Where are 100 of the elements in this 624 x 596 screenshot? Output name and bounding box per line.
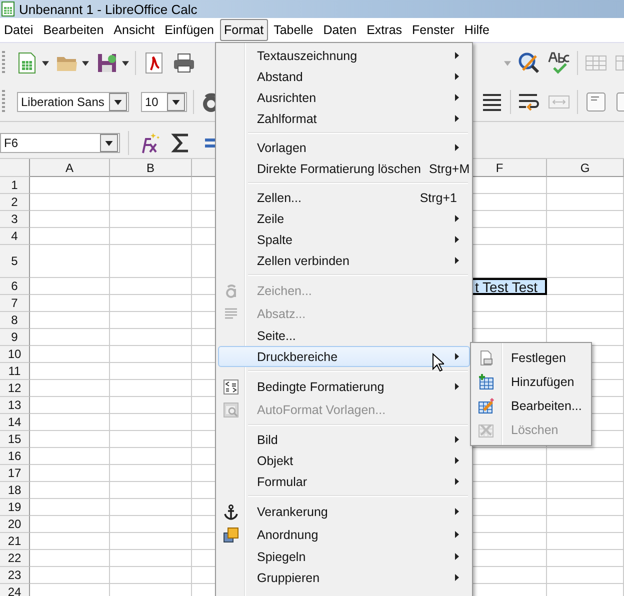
- column-header[interactable]: B: [110, 159, 192, 177]
- caret-icon[interactable]: [122, 60, 129, 66]
- spellcheck-magnifier-icon[interactable]: [517, 51, 541, 75]
- menu-item[interactable]: Vorlagen: [218, 137, 470, 158]
- menu-item[interactable]: Zellen verbinden: [218, 250, 470, 271]
- menu-item[interactable]: Zahlformat: [218, 108, 470, 129]
- menu-item[interactable]: Daten: [319, 19, 361, 41]
- row-header[interactable]: 13: [0, 397, 30, 414]
- menu-item[interactable]: Verankerung: [218, 500, 470, 523]
- name-box[interactable]: F6: [0, 133, 120, 153]
- row-header[interactable]: 19: [0, 499, 30, 516]
- submenu-arrow-icon: [455, 215, 459, 222]
- menu-item[interactable]: Festlegen: [473, 346, 589, 370]
- delete-table-icon: [478, 422, 494, 438]
- submenu-arrow-icon: [455, 457, 459, 464]
- caret-icon: [114, 100, 122, 104]
- row-header[interactable]: 23: [0, 567, 30, 584]
- align-top-icon[interactable]: [584, 90, 608, 114]
- caret-icon[interactable]: [82, 60, 89, 66]
- dropdown-button[interactable]: [109, 93, 127, 111]
- menu-item[interactable]: Seite...: [218, 325, 470, 346]
- menu-item[interactable]: Objekt: [218, 450, 470, 471]
- menu-item[interactable]: Druckbereiche: [218, 346, 470, 367]
- submenu-arrow-icon: [455, 144, 459, 151]
- submenu-arrow-icon: [455, 257, 459, 264]
- spellcheck-icon[interactable]: [547, 51, 571, 75]
- menu-item[interactable]: Anordnung: [218, 523, 470, 546]
- menu-item[interactable]: Fenster: [408, 19, 458, 41]
- arrange-icon: [223, 526, 239, 542]
- row-header[interactable]: 16: [0, 448, 30, 465]
- submenu-arrow-icon: [455, 553, 459, 560]
- submenu-arrow-icon: [455, 353, 459, 360]
- menu-item[interactable]: Einfügen: [160, 19, 218, 41]
- menu-item[interactable]: Gruppieren: [218, 567, 470, 588]
- menu-item[interactable]: Hinzufügen: [473, 370, 589, 394]
- menu-item[interactable]: Bearbeiten...: [473, 394, 589, 418]
- window-title: Unbenannt 1 - LibreOffice Calc: [19, 2, 198, 16]
- corner-cell[interactable]: [0, 159, 30, 177]
- caret-icon: [105, 140, 113, 146]
- caret-icon: [172, 100, 180, 104]
- anchor-icon: [223, 504, 239, 520]
- menu-item[interactable]: Hilfe: [460, 19, 494, 41]
- row-header[interactable]: 6: [0, 278, 30, 295]
- submenu-arrow-icon: [455, 115, 459, 122]
- submenu-arrow-icon: [455, 73, 459, 80]
- submenu-arrow-icon: [455, 236, 459, 243]
- font-size-field[interactable]: 10: [141, 92, 187, 112]
- caret-icon[interactable]: [42, 60, 49, 66]
- menu-item[interactable]: Ansicht: [110, 19, 159, 41]
- row-header[interactable]: 22: [0, 550, 30, 567]
- menu-item[interactable]: Tabelle: [270, 19, 318, 41]
- row-header[interactable]: 1: [0, 177, 30, 194]
- row-header[interactable]: 15: [0, 431, 30, 448]
- submenu-arrow-icon: [455, 574, 459, 581]
- submenu-arrow-icon: [455, 508, 459, 515]
- submenu-arrow-icon: [455, 94, 459, 101]
- menu-item[interactable]: Datei: [0, 19, 38, 41]
- row-header[interactable]: 21: [0, 533, 30, 550]
- row-header[interactable]: 2: [0, 194, 30, 211]
- row-header[interactable]: 12: [0, 380, 30, 397]
- row-header[interactable]: 17: [0, 465, 30, 482]
- menu-item[interactable]: Formular: [218, 471, 470, 492]
- autoformat-icon: [223, 402, 239, 418]
- menu-item[interactable]: Zellen... Strg+1: [218, 187, 470, 208]
- submenu-arrow-icon: [455, 52, 459, 59]
- paragraph-icon: [223, 306, 239, 322]
- menu-item[interactable]: Format: [220, 19, 268, 41]
- row-header[interactable]: 14: [0, 414, 30, 431]
- font-name-field[interactable]: Liberation Sans: [17, 92, 129, 112]
- menu-item[interactable]: Bearbeiten: [39, 19, 108, 41]
- menu-item[interactable]: Bedingte Formatierung: [218, 375, 470, 398]
- row-header[interactable]: 20: [0, 516, 30, 533]
- column-header[interactable]: G: [547, 159, 624, 177]
- row-header[interactable]: 18: [0, 482, 30, 499]
- row-header[interactable]: 11: [0, 363, 30, 380]
- dropdown-button[interactable]: [100, 134, 118, 152]
- menu-item[interactable]: Textauszeichnung: [218, 45, 470, 66]
- row-header[interactable]: 5: [0, 245, 30, 278]
- dropdown-button[interactable]: [167, 93, 185, 111]
- row-header[interactable]: 3: [0, 211, 30, 228]
- column-header[interactable]: A: [30, 159, 110, 177]
- row-header[interactable]: 8: [0, 312, 30, 329]
- page-icon: [478, 350, 494, 366]
- add-table-icon: [478, 374, 494, 390]
- menu-item[interactable]: Ausrichten: [218, 87, 470, 108]
- row-header[interactable]: 24: [0, 584, 30, 596]
- row-header[interactable]: 4: [0, 228, 30, 245]
- printer-icon[interactable]: [172, 51, 196, 75]
- row-header[interactable]: 9: [0, 329, 30, 346]
- menu-item[interactable]: Abstand: [218, 66, 470, 87]
- menu-item[interactable]: Zeile: [218, 208, 470, 229]
- menu-item[interactable]: Spiegeln: [218, 546, 470, 567]
- row-header[interactable]: 7: [0, 295, 30, 312]
- submenu-arrow-icon: [455, 383, 459, 390]
- menu-item[interactable]: Spalte: [218, 229, 470, 250]
- menu-item[interactable]: Bild: [218, 429, 470, 450]
- row-header[interactable]: 10: [0, 346, 30, 363]
- menu-item[interactable]: Extras: [362, 19, 406, 41]
- edit-table-icon: [478, 398, 494, 414]
- conditional-format-icon: [223, 378, 239, 394]
